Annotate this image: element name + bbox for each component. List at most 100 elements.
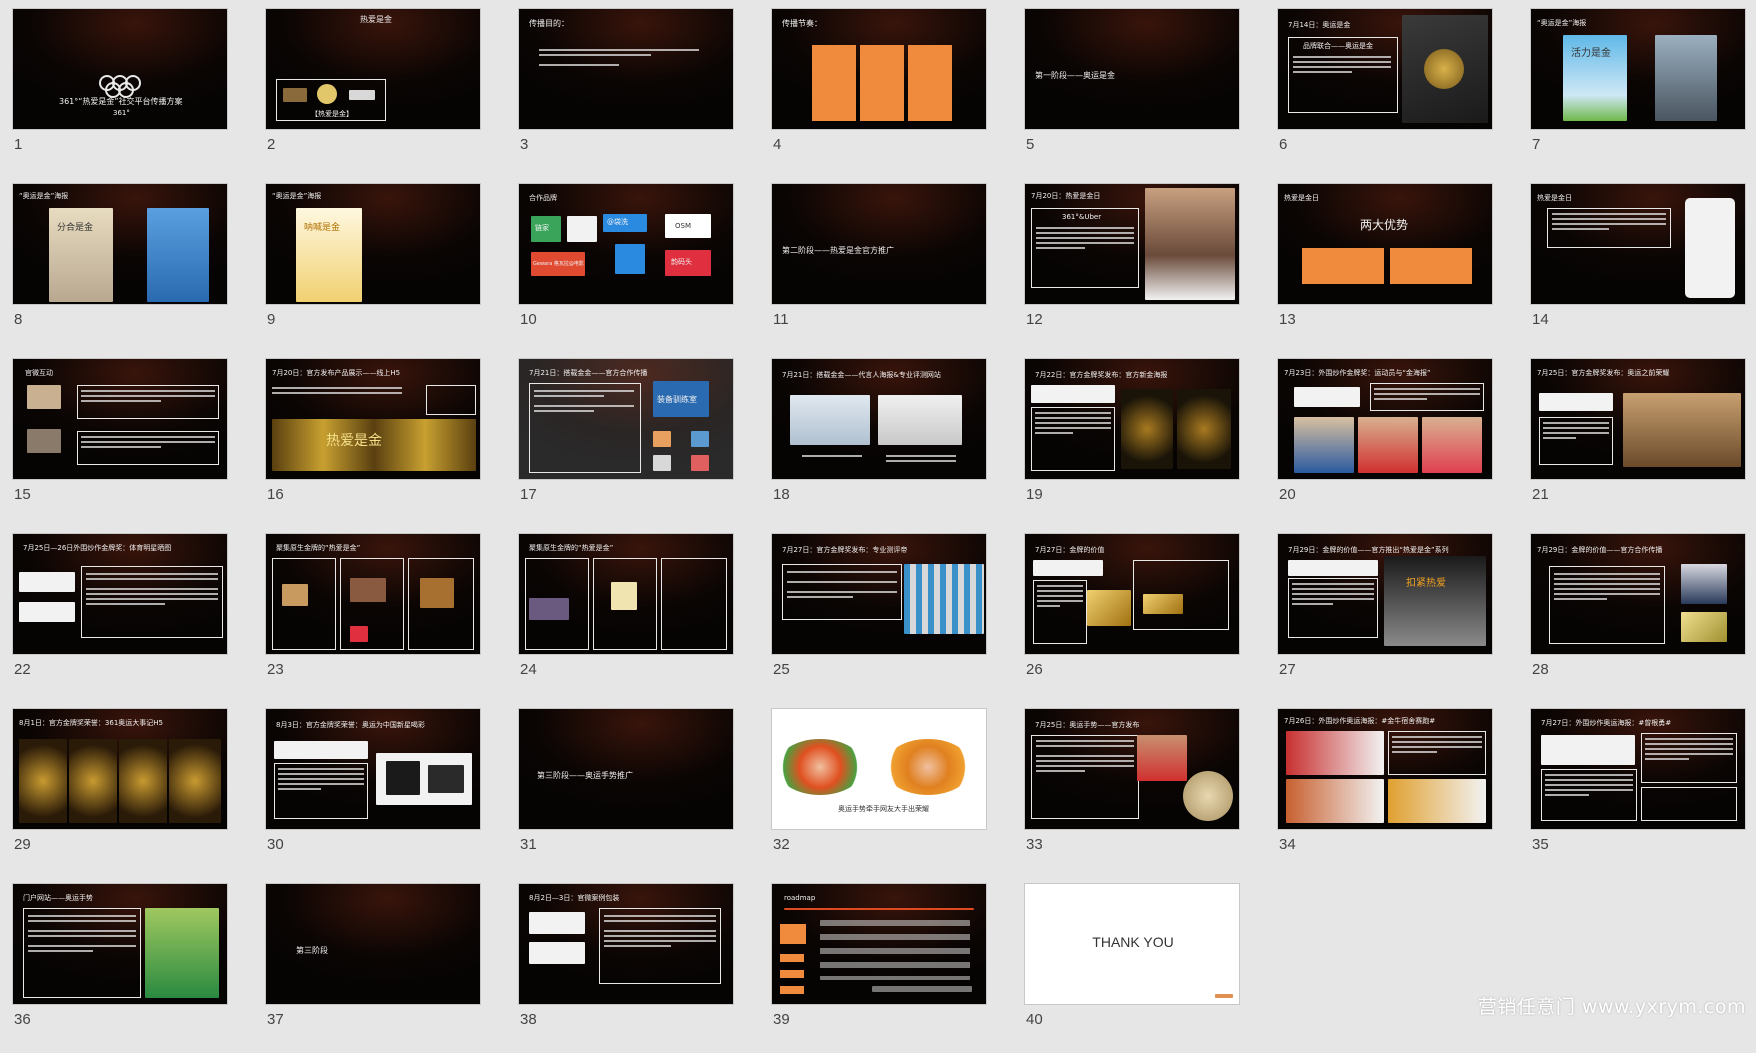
slide-11-preview: 第二阶段——热爱是金官方推广 xyxy=(771,183,987,305)
partner-logo-label: Gewara 格瓦拉@电影 xyxy=(533,261,584,267)
slide-thumbnail-36[interactable]: 门户网站——奥运手势 36 xyxy=(12,883,228,1053)
slide-thumbnail-22[interactable]: 7月25日—26日外围炒作金牌奖：体育明星晒图 22 xyxy=(12,533,228,703)
weibo-post xyxy=(529,912,585,934)
slide-29-preview: 8月1日：官方金牌奖荣誉：361奥运大事记H5 xyxy=(12,708,228,830)
slide-36-text-box xyxy=(23,908,141,998)
slide-number: 34 xyxy=(1279,836,1296,853)
slide-thumbnail-10[interactable]: 合作品牌 链家 @袋洗 OSM Gewara 格瓦拉@电影 韵码头 10 xyxy=(518,183,734,353)
slide-12-caption: 361°&Uber xyxy=(1062,213,1102,221)
olympic-rings-icon xyxy=(99,75,145,98)
slide-37-title: 第三阶段 xyxy=(296,946,328,955)
slide-number: 32 xyxy=(773,836,790,853)
photo xyxy=(350,626,368,642)
slide-18-title: 7月21日：搭载金金——代言人海报&专业评测网站 xyxy=(782,371,941,379)
slide-thumbnail-20[interactable]: 7月23日：外围炒作金牌奖：运动员与“金海报” 20 xyxy=(1277,358,1493,528)
slide-thumbnail-24[interactable]: 聚集原生金牌的“热爱是金” 24 xyxy=(518,533,734,703)
slide-38-title: 8月2日—3日：官微案例包装 xyxy=(529,894,620,902)
slide-10-preview: 合作品牌 链家 @袋洗 OSM Gewara 格瓦拉@电影 韵码头 xyxy=(518,183,734,305)
slide-22-text-box xyxy=(81,566,223,638)
slide-26-title: 7月27日：金牌的价值 xyxy=(1035,546,1105,554)
slide-thumbnail-15[interactable]: 官微互动 15 xyxy=(12,358,228,528)
slide-thumbnail-27[interactable]: 7月29日：金牌的价值——官方推出“热爱是金”系列 扣紧热爱 27 xyxy=(1277,533,1493,703)
slide-thumbnail-19[interactable]: 7月22日：官方金牌奖发布：官方新金海报 19 xyxy=(1024,358,1240,528)
slide-number: 8 xyxy=(14,311,23,328)
slide-thumbnail-38[interactable]: 8月2日—3日：官微案例包装 38 xyxy=(518,883,734,1053)
weibo-post xyxy=(1031,385,1115,403)
photo xyxy=(350,578,386,602)
slide-40-title: THANK YOU xyxy=(1092,934,1174,950)
slide-thumbnail-9[interactable]: “奥运是金”海报 呐喊是金 9 xyxy=(265,183,481,353)
comment-box xyxy=(77,385,219,419)
slide-32-preview: 奥运手势牵手网友大手出荣耀 xyxy=(771,708,987,830)
slide-30-preview: 8月3日：官方金牌奖荣誉：奥运为中国新星喝彩 xyxy=(265,708,481,830)
slide-number: 6 xyxy=(1279,136,1288,153)
slide-number: 35 xyxy=(1532,836,1549,853)
slide-thumbnail-21[interactable]: 7月25日：官方金牌奖发布：奥运之前荣耀 21 xyxy=(1530,358,1746,528)
slide-thumbnail-29[interactable]: 8月1日：官方金牌奖荣誉：361奥运大事记H5 29 xyxy=(12,708,228,878)
athlete-photo xyxy=(1422,417,1482,473)
phone-mockup xyxy=(1685,198,1735,298)
slide-number: 4 xyxy=(773,136,782,153)
slide-thumbnail-11[interactable]: 第二阶段——热爱是金官方推广 11 xyxy=(771,183,987,353)
medal-case-image xyxy=(428,765,464,793)
slide-thumbnail-17[interactable]: 7月21日：搭载金金——官方合作传播 装备驯练室 17 xyxy=(518,358,734,528)
slide-thumbnail-26[interactable]: 7月27日：金牌的价值 26 xyxy=(1024,533,1240,703)
slide-3-preview: 传播目的： xyxy=(518,8,734,130)
slide-35-title: 7月27日：外围炒作奥运海报：#曾根勇# xyxy=(1541,719,1672,727)
slide-thumbnail-14[interactable]: 热爱是金日 14 xyxy=(1530,183,1746,353)
slide-number: 12 xyxy=(1026,311,1043,328)
slide-thumbnail-7[interactable]: “奥运是金”海报 活力是金 7 xyxy=(1530,8,1746,178)
slide-thumbnail-3[interactable]: 传播目的： 3 xyxy=(518,8,734,178)
medal-image xyxy=(386,761,420,795)
gold-trophy-poster xyxy=(19,739,67,823)
people-photo xyxy=(1681,564,1727,604)
slide-thumbnail-1[interactable]: 361°“热爱是金”社交平台传播方案 361° 1 xyxy=(12,8,228,178)
slide-thumbnail-31[interactable]: 第三阶段——奥运手势推广 31 xyxy=(518,708,734,878)
slide-number: 9 xyxy=(267,311,276,328)
weibo-post xyxy=(1294,387,1360,407)
slide-20-title: 7月23日：外围炒作金牌奖：运动员与“金海报” xyxy=(1284,369,1431,377)
athlete-circle-image xyxy=(884,739,972,795)
slide-32-caption: 奥运手势牵手网友大手出荣耀 xyxy=(838,805,929,813)
slide-thumbnail-25[interactable]: 7月27日：官方金牌奖发布：专业测评帝 25 xyxy=(771,533,987,703)
slide-thumbnail-32[interactable]: 奥运手势牵手网友大手出荣耀 32 xyxy=(771,708,987,878)
slide-thumbnail-5[interactable]: 第一阶段——奥运是金 5 xyxy=(1024,8,1240,178)
slide-30-text-box xyxy=(274,763,368,819)
slide-26-text-box xyxy=(1033,580,1087,644)
partner-logo-label: 链家 xyxy=(535,224,549,232)
slide-number: 17 xyxy=(520,486,537,503)
slide-thumbnail-2[interactable]: 热爱是金 【热爱是金】 2 xyxy=(265,8,481,178)
product-icon xyxy=(653,431,671,447)
slide-thumbnail-13[interactable]: 热爱是金日 两大优势 13 xyxy=(1277,183,1493,353)
slide-thumbnail-16[interactable]: 7月20日：官方发布产品展示——线上H5 热爱是金 16 xyxy=(265,358,481,528)
meme-poster xyxy=(1388,779,1486,823)
slide-14-title: 热爱是金日 xyxy=(1537,194,1572,202)
slide-9-preview: “奥运是金”海报 呐喊是金 xyxy=(265,183,481,305)
slide-number: 31 xyxy=(520,836,537,853)
slide-40-preview: THANK YOU xyxy=(1024,883,1240,1005)
slide-thumbnail-35[interactable]: 7月27日：外围炒作奥运海报：#曾根勇# 35 xyxy=(1530,708,1746,878)
slide-number: 11 xyxy=(773,311,789,328)
slide-4-preview: 传播节奏： xyxy=(771,8,987,130)
weibo-post xyxy=(19,572,75,592)
slide-thumbnail-28[interactable]: 7月29日：金牌的价值——官方合作传播 28 xyxy=(1530,533,1746,703)
slide-thumbnail-8[interactable]: “奥运是金”海报 分合是金 8 xyxy=(12,183,228,353)
slide-thumbnail-40[interactable]: THANK YOU 40 xyxy=(1024,883,1240,1053)
slide-thumbnail-18[interactable]: 7月21日：搭载金金——代言人海报&专业评测网站 18 xyxy=(771,358,987,528)
slide-thumbnail-12[interactable]: 7月20日：热爱是金日 361°&Uber 12 xyxy=(1024,183,1240,353)
athlete-photo xyxy=(145,908,219,998)
slide-thumbnail-37[interactable]: 第三阶段 37 xyxy=(265,883,481,1053)
slide-thumbnail-4[interactable]: 传播节奏： 4 xyxy=(771,8,987,178)
slide-14-text-box xyxy=(1547,208,1671,248)
gold-trophy-poster xyxy=(69,739,117,823)
slide-thumbnail-30[interactable]: 8月3日：官方金牌奖荣誉：奥运为中国新星喝彩 30 xyxy=(265,708,481,878)
slide-thumbnail-6[interactable]: 7月14日：奥运是金 品牌联合——奥运是金 6 xyxy=(1277,8,1493,178)
slide-number: 27 xyxy=(1279,661,1296,678)
slide-number: 28 xyxy=(1532,661,1549,678)
slide-thumbnail-33[interactable]: 7月25日：奥运手势——官方发布 33 xyxy=(1024,708,1240,878)
athlete-circle-image xyxy=(776,739,864,795)
slide-thumbnail-34[interactable]: 7月26日：外围炒作奥运海报：#金牛宿舍赛跑# 34 xyxy=(1277,708,1493,878)
slide-thumbnail-39[interactable]: roadmap 39 xyxy=(771,883,987,1053)
slide-thumbnail-23[interactable]: 聚集原生金牌的“热爱是金” 23 xyxy=(265,533,481,703)
slide-27-title: 7月29日：金牌的价值——官方推出“热爱是金”系列 xyxy=(1288,546,1449,554)
